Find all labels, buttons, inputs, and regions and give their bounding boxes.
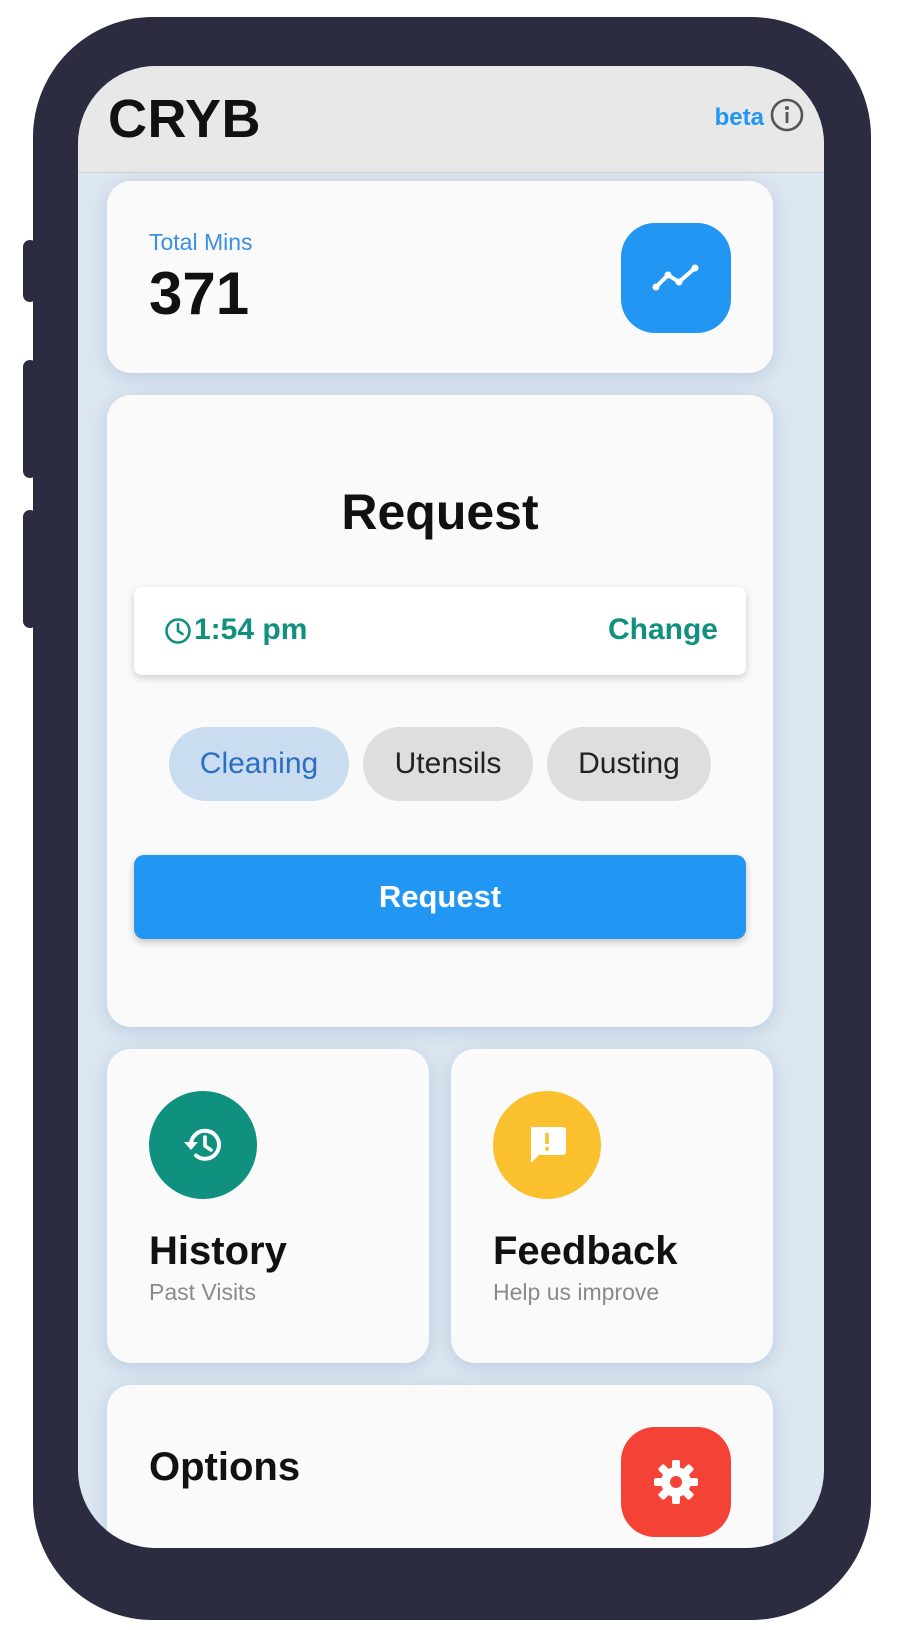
feedback-card[interactable]: Feedback Help us improve xyxy=(451,1049,773,1363)
history-title: History xyxy=(149,1229,287,1273)
request-title: Request xyxy=(341,484,539,540)
change-time-button[interactable]: Change xyxy=(608,613,718,647)
content-area[interactable]: Total Mins 371 Request 1:54 pm Change Cl… xyxy=(78,173,824,1548)
options-title: Options xyxy=(149,1445,301,1489)
feedback-icon xyxy=(531,1127,566,1163)
app-bar: CRYB beta xyxy=(78,66,824,173)
volume-down-button xyxy=(23,510,37,628)
selected-time: 1:54 pm xyxy=(194,613,308,646)
total-mins-label: Total Mins xyxy=(149,229,253,255)
feedback-title: Feedback xyxy=(493,1229,678,1273)
options-card[interactable]: Options xyxy=(107,1385,773,1548)
history-card[interactable]: History Past Visits xyxy=(107,1049,429,1363)
time-selector: 1:54 pm Change xyxy=(134,587,746,675)
power-button xyxy=(836,400,850,588)
request-card: Request 1:54 pm Change Cleaning Utensils… xyxy=(107,395,773,1027)
trending-icon xyxy=(652,264,699,291)
feedback-icon-badge xyxy=(493,1091,601,1199)
chip-cleaning[interactable]: Cleaning xyxy=(169,727,349,801)
history-icon-badge xyxy=(149,1091,257,1199)
total-mins-card: Total Mins 371 xyxy=(107,181,773,373)
chip-utensils[interactable]: Utensils xyxy=(363,727,533,801)
feedback-subtitle: Help us improve xyxy=(493,1279,660,1305)
beta-label[interactable]: beta xyxy=(715,104,764,132)
info-icon[interactable] xyxy=(770,98,804,132)
history-subtitle: Past Visits xyxy=(149,1279,256,1305)
clock-icon xyxy=(165,618,191,644)
request-button[interactable]: Request xyxy=(134,855,746,939)
settings-button[interactable] xyxy=(621,1427,731,1537)
mute-switch xyxy=(23,240,37,302)
stats-button[interactable] xyxy=(621,223,731,333)
gear-icon xyxy=(654,1460,698,1504)
volume-up-button xyxy=(23,360,37,478)
chip-dusting[interactable]: Dusting xyxy=(547,727,711,801)
app-screen: CRYB beta Total Mins 371 Request 1:54 pm… xyxy=(78,66,824,1548)
app-title: CRYB xyxy=(108,89,262,149)
total-mins-value: 371 xyxy=(149,260,250,327)
history-icon xyxy=(184,1128,221,1161)
